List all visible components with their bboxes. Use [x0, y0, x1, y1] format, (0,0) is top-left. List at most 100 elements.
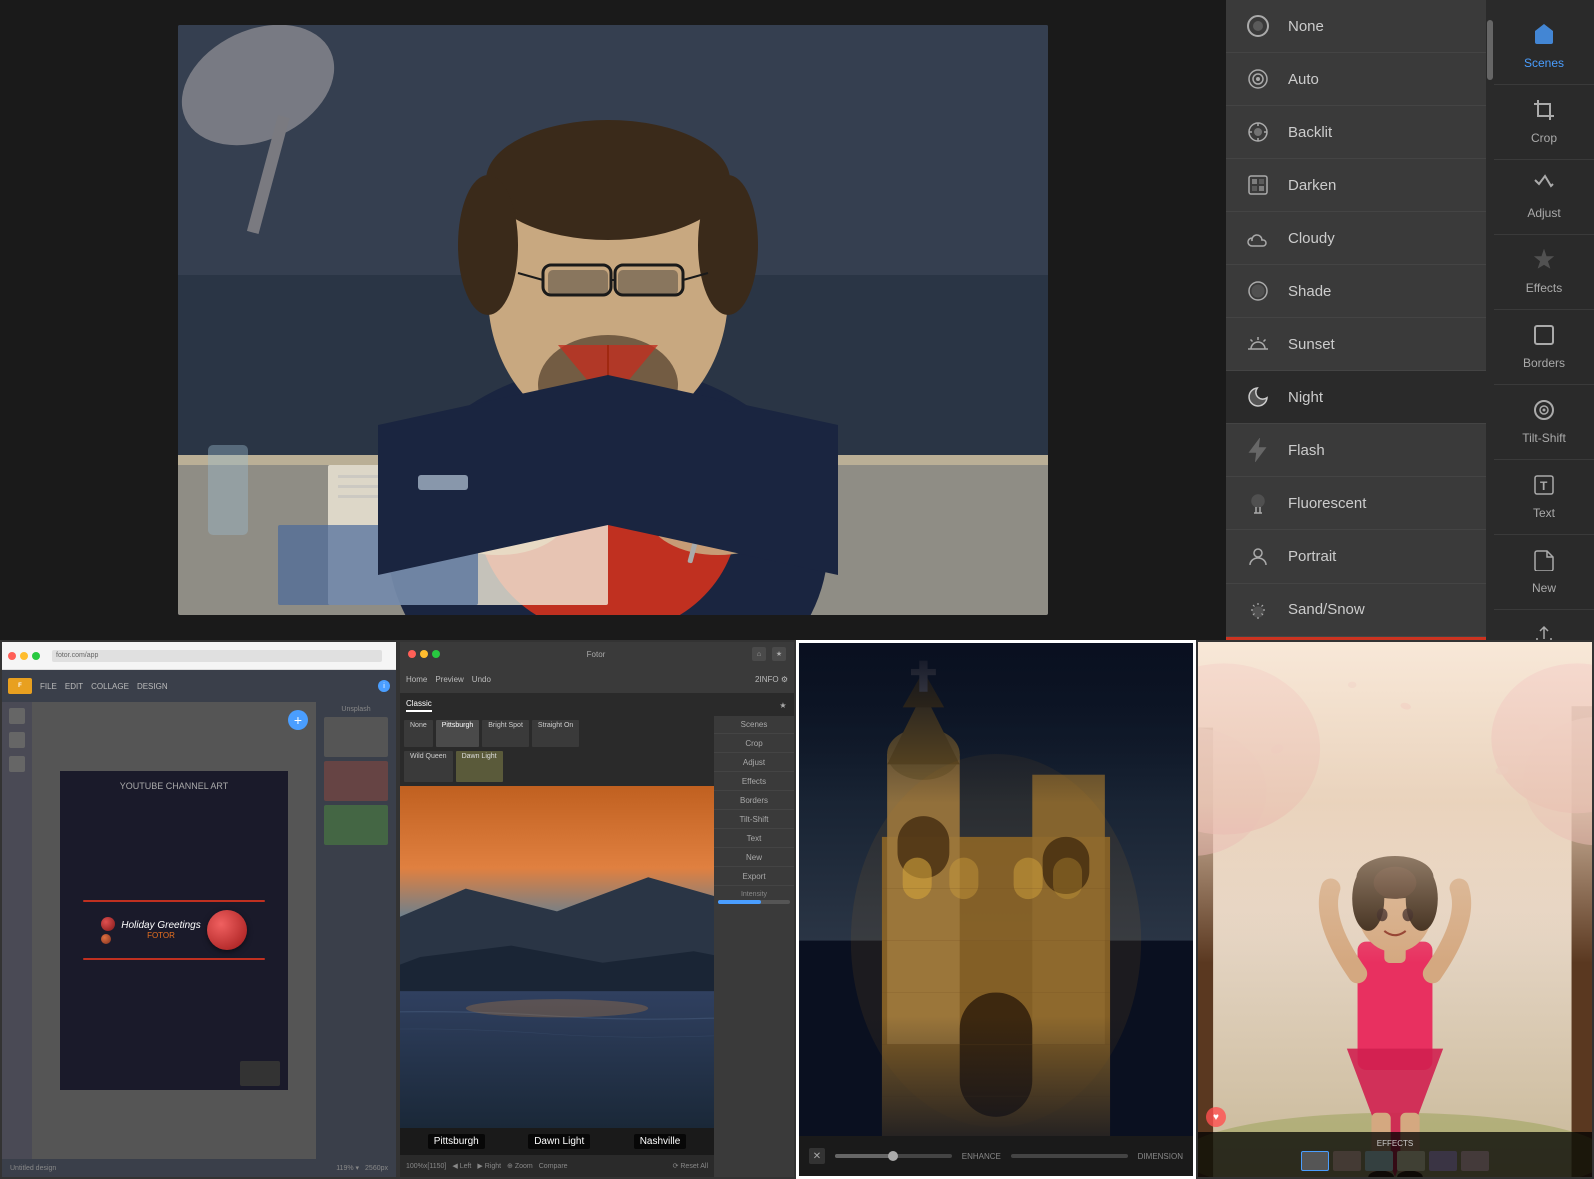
scene-item-darken[interactable]: Darken — [1226, 159, 1486, 212]
sidebar-photo-3 — [324, 805, 388, 845]
scene-label-none: None — [1288, 18, 1324, 35]
sidebar-icon-1 — [9, 708, 25, 724]
intensity-label: Intensity — [718, 891, 790, 898]
effect-thumb-3[interactable] — [1365, 1151, 1393, 1171]
scrollbar-thumb[interactable] — [1487, 20, 1493, 80]
fotor-landscape-photo — [400, 786, 714, 1128]
thumbnail-design-editor[interactable]: fotor.com/app F FILE EDIT COLLAGE DESIGN… — [0, 640, 398, 1179]
thumbnail-church[interactable]: ✕ ENHANCE DIMENSION — [796, 640, 1196, 1179]
scene-scrollbar[interactable] — [1486, 0, 1494, 640]
scene-item-none[interactable]: None — [1226, 0, 1486, 53]
effect-thumb-6[interactable] — [1461, 1151, 1489, 1171]
scene-label-backlit: Backlit — [1288, 124, 1332, 141]
top-section: None Auto Backlit — [0, 0, 1594, 640]
fotor-sidebar-tiltshift[interactable]: Tilt-Shift — [714, 811, 794, 829]
thumbnail-girl[interactable]: EFFECTS ♥ — [1196, 640, 1594, 1179]
scene-item-night[interactable]: Night — [1226, 371, 1486, 424]
filter-pittsburgh[interactable]: Pittsburgh — [436, 720, 480, 747]
effect-thumb-4[interactable] — [1397, 1151, 1425, 1171]
shade-icon — [1242, 275, 1274, 307]
dimension-slider[interactable] — [1011, 1154, 1128, 1158]
info-button: i — [378, 680, 390, 692]
photo-svg — [178, 25, 1048, 615]
effects-icon — [1533, 249, 1555, 275]
intensity-slider[interactable] — [718, 900, 790, 904]
text-label: Text — [1533, 506, 1555, 520]
fotor-sidebar-export[interactable]: Export — [714, 868, 794, 886]
none-icon — [1242, 10, 1274, 42]
enhance-slider[interactable] — [835, 1154, 952, 1158]
adjust-label: Adjust — [1527, 206, 1560, 220]
scene-item-auto[interactable]: Auto — [1226, 53, 1486, 106]
holiday-text-block: Holiday Greetings FOTOR — [121, 920, 200, 940]
filter-straighton[interactable]: Straight On — [532, 720, 579, 747]
toolbar-item-borders[interactable]: Borders — [1494, 310, 1594, 385]
filter-dawnlight[interactable]: Dawn Light — [456, 751, 503, 782]
scene-item-cloudy[interactable]: Cloudy — [1226, 212, 1486, 265]
add-overlay-button[interactable]: + — [288, 710, 308, 730]
scene-item-backlit[interactable]: Backlit — [1226, 106, 1486, 159]
browser-dot-close — [8, 652, 16, 660]
holiday-title: Holiday Greetings — [121, 920, 200, 931]
effect-thumb-1[interactable] — [1301, 1151, 1329, 1171]
fotor-main-area: None Pittsburgh Bright Spot Straight On … — [400, 716, 794, 1177]
effect-thumb-5[interactable] — [1429, 1151, 1457, 1171]
fotor-sidebar-scenes[interactable]: Scenes — [714, 716, 794, 734]
toolbar-item-new[interactable]: New — [1494, 535, 1594, 610]
close-church[interactable]: ✕ — [809, 1148, 825, 1164]
toolbar-item-text[interactable]: T Text — [1494, 460, 1594, 535]
enhance-label: ENHANCE — [962, 1152, 1001, 1161]
toolbar-item-crop[interactable]: Crop — [1494, 85, 1594, 160]
like-button[interactable]: ♥ — [1206, 1107, 1226, 1127]
design-main: YOUTUBE CHANNEL ART Hol — [2, 702, 396, 1159]
fotor-dot-close — [408, 650, 416, 658]
scene-label-shade: Shade — [1288, 283, 1331, 300]
design-canvas: YOUTUBE CHANNEL ART Hol — [32, 702, 316, 1159]
fotor-sidebar-effects[interactable]: Effects — [714, 773, 794, 791]
fotor-sidebar-adjust[interactable]: Adjust — [714, 754, 794, 772]
intensity-control: Intensity — [714, 887, 794, 908]
scene-item-shade[interactable]: Shade — [1226, 265, 1486, 318]
settings-button-fotor[interactable]: ★ — [772, 647, 786, 661]
borders-icon — [1533, 324, 1555, 350]
scene-item-sand-snow[interactable]: Sand/Snow — [1226, 584, 1486, 637]
scene-item-flash[interactable]: Flash — [1226, 424, 1486, 477]
svg-text:T: T — [1540, 479, 1548, 493]
home-button-fotor[interactable]: ⌂ — [752, 647, 766, 661]
toolbar-item-tilt-shift[interactable]: Tilt-Shift — [1494, 385, 1594, 460]
effect-thumb-2[interactable] — [1333, 1151, 1361, 1171]
sidebar-icon-3 — [9, 756, 25, 772]
fotor-sidebar-new[interactable]: New — [714, 849, 794, 867]
scene-item-sunset[interactable]: Sunset — [1226, 318, 1486, 371]
scene-label-cloudy: Cloudy — [1288, 230, 1335, 247]
fotor-sidebar-text[interactable]: Text — [714, 830, 794, 848]
fotor-preview-label: Preview — [435, 675, 463, 684]
ornament-group-left — [101, 917, 115, 944]
tilt-shift-label: Tilt-Shift — [1522, 431, 1566, 445]
scene-label-sand-snow: Sand/Snow — [1288, 601, 1365, 618]
label-nashville: Nashville — [634, 1134, 687, 1149]
design-sidebar-left — [2, 702, 32, 1159]
toolbar-item-adjust[interactable]: Adjust — [1494, 160, 1594, 235]
toolbar-item-effects[interactable]: Effects — [1494, 235, 1594, 310]
thumbnail-fotor-editor[interactable]: Fotor ⌂ ★ Home Preview Undo 2INFO ⚙ Clas… — [398, 640, 796, 1179]
enhance-handle[interactable] — [888, 1151, 898, 1161]
fotor-reset: ⟳ Reset All — [673, 1162, 708, 1170]
filter-brightspot[interactable]: Bright Spot — [482, 720, 529, 747]
dimension-label: DIMENSION — [1138, 1152, 1183, 1161]
filter-none[interactable]: None — [404, 720, 433, 747]
scene-label-darken: Darken — [1288, 177, 1336, 194]
fotor-dot-max — [432, 650, 440, 658]
scene-item-fluorescent[interactable]: Fluorescent — [1226, 477, 1486, 530]
toolbar-item-scenes[interactable]: Scenes — [1494, 8, 1594, 85]
preview-thumb — [240, 1061, 280, 1086]
cloudy-icon — [1242, 222, 1274, 254]
church-svg — [799, 643, 1193, 1176]
fotor-sidebar-borders[interactable]: Borders — [714, 792, 794, 810]
scene-item-portrait[interactable]: Portrait — [1226, 530, 1486, 583]
text-icon: T — [1533, 474, 1555, 500]
filter-wildqueen[interactable]: Wild Queen — [404, 751, 453, 782]
fotor-tab-classic[interactable]: Classic — [406, 699, 432, 712]
fotor-sidebar-crop[interactable]: Crop — [714, 735, 794, 753]
design-toolbar: F FILE EDIT COLLAGE DESIGN i — [2, 670, 396, 702]
